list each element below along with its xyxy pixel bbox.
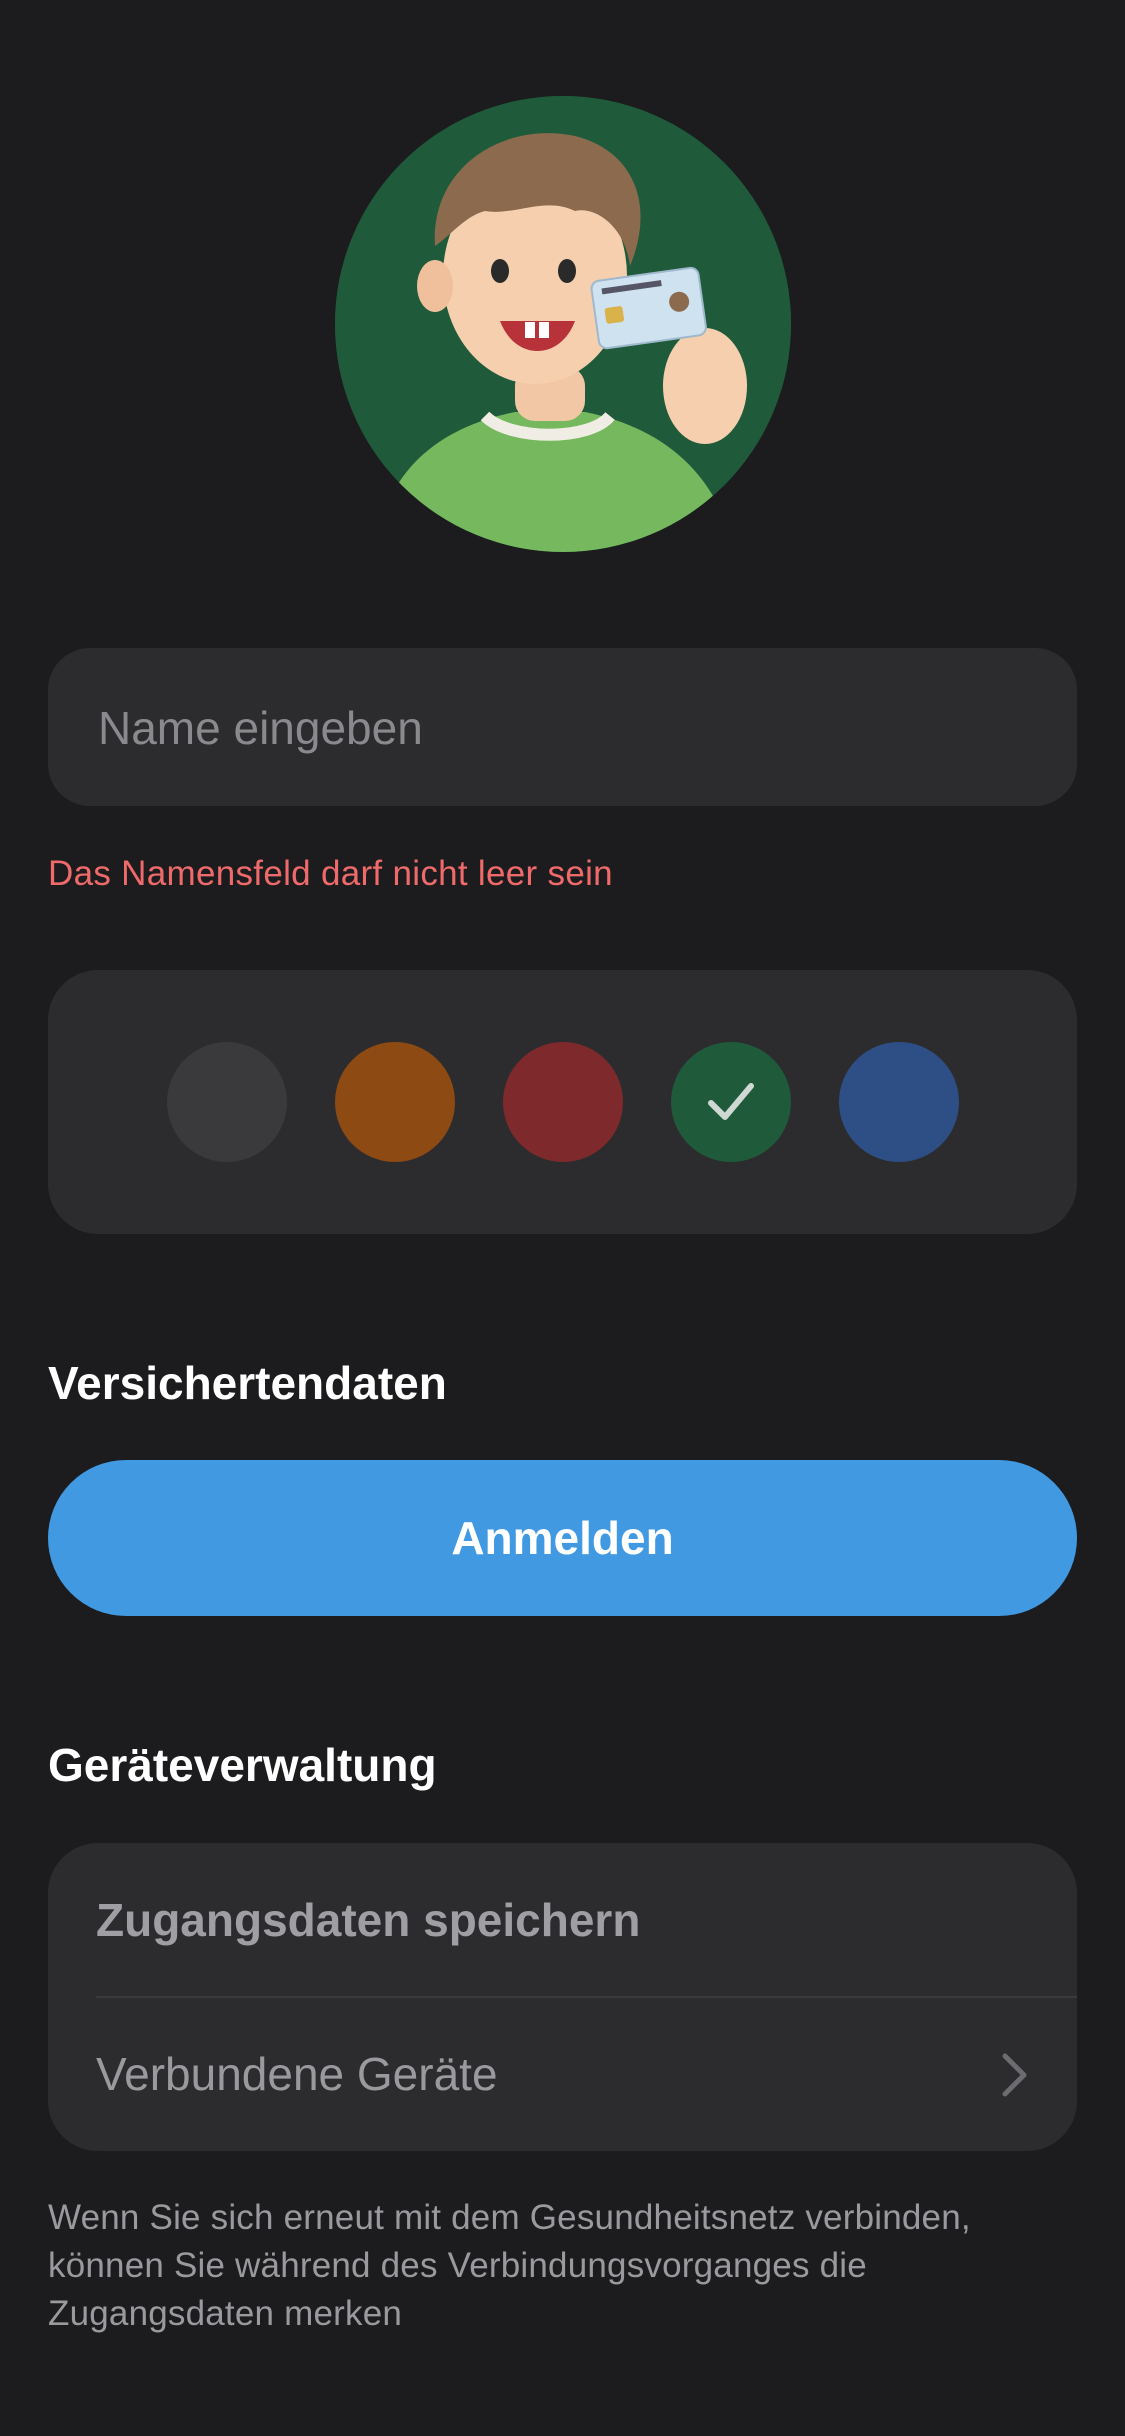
save-credentials-row[interactable]: Zugangsdaten speichern xyxy=(48,1843,1077,1997)
save-credentials-label: Zugangsdaten speichern xyxy=(96,1894,641,1946)
color-picker xyxy=(48,970,1077,1234)
device-section-title: Geräteverwaltung xyxy=(48,1739,437,1791)
name-error-message: Das Namensfeld darf nicht leer sein xyxy=(48,854,613,893)
chevron-right-icon xyxy=(1002,2053,1027,2097)
connected-devices-label: Verbundene Geräte xyxy=(96,2048,498,2100)
login-button[interactable]: Anmelden xyxy=(48,1460,1077,1616)
avatar-illustration xyxy=(335,96,791,552)
device-settings-card: Zugangsdaten speichern Verbundene Geräte xyxy=(48,1843,1077,2151)
profile-settings-screen: Das Namensfeld darf nicht leer sein Vers… xyxy=(0,0,1125,2436)
insurance-section-title: Versichertendaten xyxy=(48,1357,447,1409)
avatar[interactable] xyxy=(335,96,791,552)
color-swatch-orange[interactable] xyxy=(335,1042,455,1162)
checkmark-icon xyxy=(708,1083,754,1120)
color-swatch-red[interactable] xyxy=(503,1042,623,1162)
color-swatch-gray[interactable] xyxy=(167,1042,287,1162)
connected-devices-row[interactable]: Verbundene Geräte xyxy=(48,1997,1077,2151)
name-input[interactable] xyxy=(96,648,1033,808)
color-swatch-blue[interactable] xyxy=(839,1042,959,1162)
name-field[interactable] xyxy=(48,648,1077,808)
color-swatch-green[interactable] xyxy=(671,1042,791,1162)
device-footnote: Wenn Sie sich erneut mit dem Gesundheits… xyxy=(48,2198,971,2333)
